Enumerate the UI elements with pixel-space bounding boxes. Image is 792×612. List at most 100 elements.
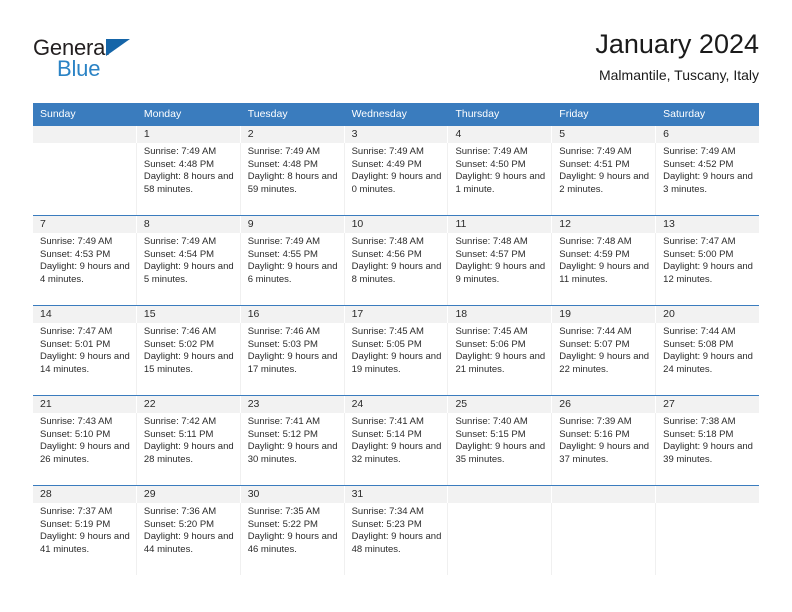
day-cell[interactable] xyxy=(33,143,137,215)
day-number[interactable]: 23 xyxy=(241,396,345,413)
day-cell[interactable]: Sunrise: 7:44 AM Sunset: 5:07 PM Dayligh… xyxy=(552,323,657,395)
weekday-header-monday: Monday xyxy=(137,103,241,125)
day-number[interactable]: 31 xyxy=(345,486,449,503)
week-number-row: 14 15 16 17 18 19 20 xyxy=(33,306,759,323)
day-cell[interactable]: Sunrise: 7:46 AM Sunset: 5:03 PM Dayligh… xyxy=(241,323,345,395)
day-number[interactable]: 12 xyxy=(552,216,657,233)
day-cell[interactable]: Sunrise: 7:45 AM Sunset: 5:05 PM Dayligh… xyxy=(345,323,449,395)
day-number[interactable]: 2 xyxy=(241,126,345,143)
day-cell[interactable]: Sunrise: 7:49 AM Sunset: 4:54 PM Dayligh… xyxy=(137,233,241,305)
day-number[interactable]: 30 xyxy=(241,486,345,503)
day-number[interactable]: 15 xyxy=(137,306,241,323)
day-number[interactable]: 13 xyxy=(656,216,759,233)
sunrise-text: Sunrise: 7:48 AM xyxy=(455,236,528,247)
day-cell[interactable]: Sunrise: 7:36 AM Sunset: 5:20 PM Dayligh… xyxy=(137,503,241,575)
day-cell[interactable]: Sunrise: 7:49 AM Sunset: 4:51 PM Dayligh… xyxy=(552,143,657,215)
day-number[interactable]: 4 xyxy=(448,126,553,143)
day-number[interactable]: 14 xyxy=(33,306,137,323)
day-cell[interactable] xyxy=(448,503,553,575)
day-number[interactable]: 7 xyxy=(33,216,137,233)
day-cell[interactable]: Sunrise: 7:49 AM Sunset: 4:48 PM Dayligh… xyxy=(137,143,241,215)
day-number[interactable]: 10 xyxy=(345,216,449,233)
day-number[interactable]: 1 xyxy=(137,126,241,143)
sunrise-text: Sunrise: 7:49 AM xyxy=(663,146,736,157)
day-number[interactable]: 18 xyxy=(448,306,553,323)
week-detail-row: Sunrise: 7:49 AM Sunset: 4:53 PM Dayligh… xyxy=(33,233,759,305)
day-cell[interactable]: Sunrise: 7:49 AM Sunset: 4:53 PM Dayligh… xyxy=(33,233,137,305)
day-cell[interactable]: Sunrise: 7:45 AM Sunset: 5:06 PM Dayligh… xyxy=(448,323,553,395)
day-cell[interactable]: Sunrise: 7:47 AM Sunset: 5:00 PM Dayligh… xyxy=(656,233,759,305)
sunrise-text: Sunrise: 7:45 AM xyxy=(351,326,424,337)
day-number[interactable]: 3 xyxy=(345,126,449,143)
sunrise-text: Sunrise: 7:49 AM xyxy=(247,146,321,157)
day-number[interactable] xyxy=(33,126,137,143)
day-number[interactable]: 24 xyxy=(345,396,449,413)
day-cell[interactable]: Sunrise: 7:35 AM Sunset: 5:22 PM Dayligh… xyxy=(241,503,345,575)
sunset-text: Sunset: 4:51 PM xyxy=(559,158,630,170)
day-number[interactable]: 6 xyxy=(656,126,759,143)
daylight-text: Daylight: 9 hours and 2 minutes. xyxy=(559,171,650,195)
page-title: January 2024 xyxy=(595,29,759,59)
weekday-header-tuesday: Tuesday xyxy=(241,103,345,125)
sunrise-text: Sunrise: 7:46 AM xyxy=(143,326,217,337)
day-cell[interactable] xyxy=(552,503,657,575)
day-cell[interactable]: Sunrise: 7:37 AM Sunset: 5:19 PM Dayligh… xyxy=(33,503,137,575)
day-cell[interactable]: Sunrise: 7:49 AM Sunset: 4:48 PM Dayligh… xyxy=(241,143,345,215)
sunrise-text: Sunrise: 7:49 AM xyxy=(143,236,217,247)
day-cell[interactable]: Sunrise: 7:48 AM Sunset: 4:56 PM Dayligh… xyxy=(345,233,449,305)
day-number[interactable]: 28 xyxy=(33,486,137,503)
general-blue-logo[interactable]: General Blue xyxy=(33,36,233,92)
sunrise-text: Sunrise: 7:48 AM xyxy=(351,236,424,247)
calendar-week-row: 14 15 16 17 18 19 20 Sunrise: 7:47 AM Su… xyxy=(33,305,759,395)
day-cell[interactable]: Sunrise: 7:41 AM Sunset: 5:12 PM Dayligh… xyxy=(241,413,345,485)
day-number[interactable]: 29 xyxy=(137,486,241,503)
day-cell[interactable]: Sunrise: 7:46 AM Sunset: 5:02 PM Dayligh… xyxy=(137,323,241,395)
day-number[interactable]: 17 xyxy=(345,306,449,323)
day-number[interactable] xyxy=(552,486,657,503)
day-number[interactable]: 8 xyxy=(137,216,241,233)
day-number[interactable]: 22 xyxy=(137,396,241,413)
day-number[interactable]: 9 xyxy=(241,216,345,233)
week-number-row: 28 29 30 31 xyxy=(33,486,759,503)
day-cell[interactable] xyxy=(656,503,759,575)
calendar-week-row: 21 22 23 24 25 26 27 Sunrise: 7:43 AM Su… xyxy=(33,395,759,485)
sunset-text: Sunset: 5:10 PM xyxy=(40,428,111,440)
calendar-week-row: 28 29 30 31 Sunrise: 7:37 AM Sunset: 5:1… xyxy=(33,485,759,575)
day-cell[interactable]: Sunrise: 7:42 AM Sunset: 5:11 PM Dayligh… xyxy=(137,413,241,485)
sunrise-text: Sunrise: 7:48 AM xyxy=(559,236,632,247)
sunrise-text: Sunrise: 7:49 AM xyxy=(351,146,424,157)
day-cell[interactable]: Sunrise: 7:48 AM Sunset: 4:57 PM Dayligh… xyxy=(448,233,553,305)
calendar-week-row: 1 2 3 4 5 6 Sunrise: 7:49 AM Sunset: 4:4… xyxy=(33,125,759,215)
sunset-text: Sunset: 4:56 PM xyxy=(351,248,422,260)
day-cell[interactable]: Sunrise: 7:44 AM Sunset: 5:08 PM Dayligh… xyxy=(656,323,759,395)
weekday-header-row: Sunday Monday Tuesday Wednesday Thursday… xyxy=(33,103,759,125)
day-number[interactable]: 25 xyxy=(448,396,553,413)
day-cell[interactable]: Sunrise: 7:43 AM Sunset: 5:10 PM Dayligh… xyxy=(33,413,137,485)
sunrise-text: Sunrise: 7:39 AM xyxy=(559,416,632,427)
day-cell[interactable]: Sunrise: 7:49 AM Sunset: 4:50 PM Dayligh… xyxy=(448,143,553,215)
day-cell[interactable]: Sunrise: 7:40 AM Sunset: 5:15 PM Dayligh… xyxy=(448,413,553,485)
daylight-text: Daylight: 9 hours and 19 minutes. xyxy=(351,351,442,375)
day-cell[interactable]: Sunrise: 7:49 AM Sunset: 4:49 PM Dayligh… xyxy=(345,143,449,215)
day-number[interactable]: 16 xyxy=(241,306,345,323)
day-number[interactable]: 19 xyxy=(552,306,657,323)
day-cell[interactable]: Sunrise: 7:47 AM Sunset: 5:01 PM Dayligh… xyxy=(33,323,137,395)
day-cell[interactable]: Sunrise: 7:34 AM Sunset: 5:23 PM Dayligh… xyxy=(345,503,449,575)
day-number[interactable] xyxy=(448,486,553,503)
day-cell[interactable]: Sunrise: 7:38 AM Sunset: 5:18 PM Dayligh… xyxy=(656,413,759,485)
day-number[interactable]: 20 xyxy=(656,306,759,323)
day-cell[interactable]: Sunrise: 7:48 AM Sunset: 4:59 PM Dayligh… xyxy=(552,233,657,305)
daylight-text: Daylight: 9 hours and 1 minute. xyxy=(455,171,546,195)
day-cell[interactable]: Sunrise: 7:49 AM Sunset: 4:52 PM Dayligh… xyxy=(656,143,759,215)
day-number[interactable]: 21 xyxy=(33,396,137,413)
day-number[interactable]: 11 xyxy=(448,216,553,233)
day-number[interactable]: 27 xyxy=(656,396,759,413)
day-cell[interactable]: Sunrise: 7:49 AM Sunset: 4:55 PM Dayligh… xyxy=(241,233,345,305)
day-cell[interactable]: Sunrise: 7:39 AM Sunset: 5:16 PM Dayligh… xyxy=(552,413,657,485)
day-number[interactable]: 26 xyxy=(552,396,657,413)
day-cell[interactable]: Sunrise: 7:41 AM Sunset: 5:14 PM Dayligh… xyxy=(345,413,449,485)
day-number[interactable] xyxy=(656,486,759,503)
day-number[interactable]: 5 xyxy=(552,126,657,143)
sunrise-text: Sunrise: 7:44 AM xyxy=(559,326,632,337)
daylight-text: Daylight: 9 hours and 30 minutes. xyxy=(247,441,338,465)
